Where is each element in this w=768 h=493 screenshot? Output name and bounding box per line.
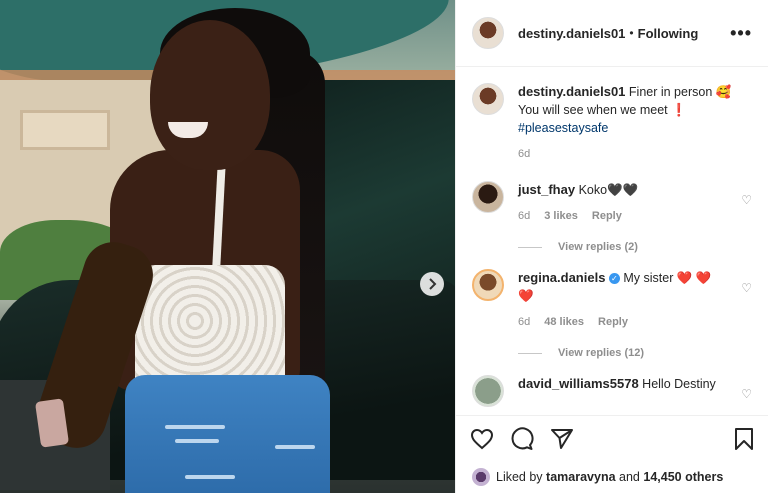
caption-avatar[interactable] (472, 83, 504, 115)
likes-summary: Liked by tamaravyna and 14,450 others (456, 461, 768, 493)
view-replies-button[interactable]: View replies (2) (518, 241, 752, 253)
commenter-username[interactable]: just_fhay (518, 182, 575, 197)
author-avatar[interactable] (472, 17, 504, 49)
commenter-avatar[interactable] (472, 181, 504, 213)
separator-dot: • (629, 26, 634, 40)
comment-text: My sister (623, 271, 674, 285)
commenter-username[interactable]: david_williams5578 (518, 376, 639, 391)
more-options-icon[interactable]: ••• (730, 23, 752, 44)
action-bar (456, 415, 768, 461)
liker-avatar[interactable] (472, 468, 490, 486)
comment-item: regina.daniels ✓ My sister ❤️ ❤️ ❤️ 6d 4… (472, 269, 752, 331)
comment-item: david_williams5578 Hello Destiny ♡ (472, 375, 752, 407)
comment-text: Hello Destiny (642, 377, 716, 391)
view-replies-label: View replies (2) (558, 241, 638, 253)
liked-by-label: Liked by (496, 470, 543, 484)
comment-icon[interactable] (510, 426, 534, 451)
comment-text: Koko🖤🖤 (578, 183, 639, 197)
like-comment-icon[interactable]: ♡ (741, 387, 752, 401)
commenter-avatar[interactable] (472, 375, 504, 407)
comment-item: just_fhay Koko🖤🖤 6d 3 likes Reply ♡ (472, 181, 752, 225)
commenter-username[interactable]: regina.daniels (518, 270, 605, 285)
comment-age: 6d (518, 316, 531, 328)
likes-count-link[interactable]: 14,450 others (643, 470, 723, 484)
comment-likes[interactable]: 3 likes (544, 207, 578, 225)
chevron-right-icon (429, 278, 437, 290)
caption-text-line2: You will see when we meet ❗ (518, 103, 687, 117)
liked-by-and: and (619, 470, 640, 484)
post-panel: destiny.daniels01 • Following ••• destin… (455, 0, 768, 493)
caption-age: 6d (518, 148, 531, 160)
author-username[interactable]: destiny.daniels01 (518, 26, 625, 41)
view-replies-label: View replies (12) (558, 347, 645, 359)
comment-hearts: ❤️ ❤️ (676, 271, 712, 285)
reply-button[interactable]: Reply (592, 207, 622, 225)
caption-text-line1: Finer in person 🥰 (628, 85, 732, 99)
bookmark-icon[interactable] (734, 427, 754, 451)
following-button[interactable]: Following (638, 26, 699, 41)
view-replies-button[interactable]: View replies (12) (518, 347, 752, 359)
like-heart-icon[interactable] (470, 428, 494, 450)
person-head (150, 20, 270, 170)
next-photo-button[interactable] (420, 272, 444, 296)
denim-shorts (125, 375, 330, 493)
verified-badge-icon: ✓ (608, 273, 620, 285)
like-comment-icon[interactable]: ♡ (741, 193, 752, 207)
caption: destiny.daniels01 Finer in person 🥰 You … (472, 83, 752, 163)
caption-username[interactable]: destiny.daniels01 (518, 84, 625, 99)
commenter-avatar[interactable] (472, 269, 504, 301)
comment-likes[interactable]: 48 likes (544, 313, 584, 331)
like-comment-icon[interactable]: ♡ (741, 281, 752, 295)
comments-list[interactable]: destiny.daniels01 Finer in person 🥰 You … (456, 67, 768, 415)
liked-by-user-link[interactable]: tamaravyna (546, 470, 616, 484)
reply-button[interactable]: Reply (598, 313, 628, 331)
post-photo[interactable] (0, 0, 455, 493)
comment-heart-extra: ❤️ (518, 289, 534, 303)
share-icon[interactable] (550, 427, 574, 451)
comment-age: 6d (518, 210, 531, 222)
post-header: destiny.daniels01 • Following ••• (456, 0, 768, 67)
caption-hashtag[interactable]: #pleasestaysafe (518, 121, 608, 135)
